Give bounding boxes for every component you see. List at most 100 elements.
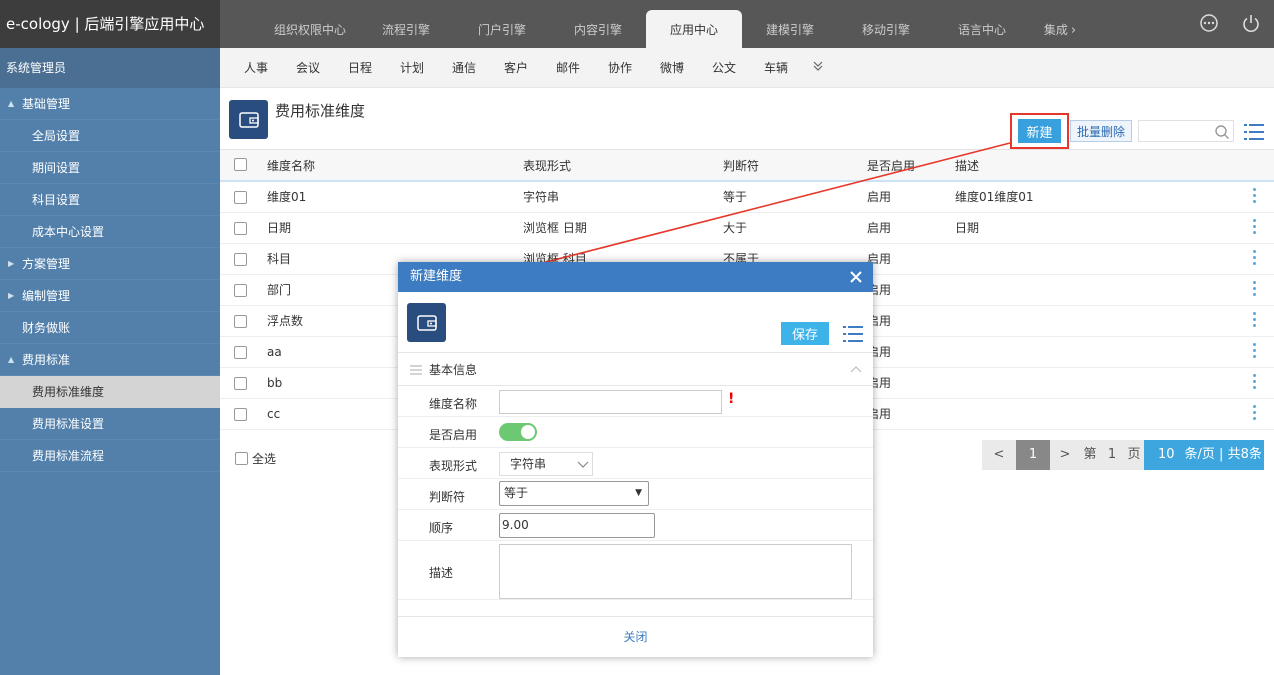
col-header-description[interactable]: 描述 xyxy=(955,150,979,183)
row-checkbox[interactable] xyxy=(234,253,247,266)
col-header-form[interactable]: 表现形式 xyxy=(523,150,571,183)
row-checkbox[interactable] xyxy=(234,284,247,297)
sidebar-item-basic-management[interactable]: ▲ 基础管理 xyxy=(0,88,220,120)
row-name: 日期 xyxy=(267,221,292,235)
enabled-toggle[interactable] xyxy=(499,423,537,441)
sidebar-item-expense-standard[interactable]: ▲ 费用标准 xyxy=(0,344,220,376)
batch-delete-button[interactable]: 批量删除 xyxy=(1070,120,1132,142)
tab-content-engine[interactable]: 内容引擎 xyxy=(550,0,646,48)
power-icon[interactable] xyxy=(1240,12,1262,34)
row-checkbox[interactable] xyxy=(234,315,247,328)
row-checkbox[interactable] xyxy=(234,191,247,204)
select-all-label: 全选 xyxy=(252,452,277,466)
operator-value: 等于 xyxy=(504,486,529,500)
page-size-selector[interactable]: 10 条/页 | 共8条 xyxy=(1144,440,1264,470)
search-input[interactable] xyxy=(1138,120,1234,142)
order-label: 顺序 xyxy=(429,521,454,535)
row-more-icon[interactable] xyxy=(1253,219,1257,239)
row-operator: 等于 xyxy=(723,190,748,204)
table-row[interactable]: 日期 浏览框 日期 大于 启用 日期 xyxy=(220,213,1274,244)
tab-workflow-engine[interactable]: 流程引擎 xyxy=(358,0,454,48)
tab-language-center[interactable]: 语言中心 xyxy=(934,0,1030,48)
sidebar-item-global-settings[interactable]: 全局设置 xyxy=(0,120,220,152)
col-header-name[interactable]: 维度名称 xyxy=(267,150,315,183)
page-size-text: 条/页 | 共8条 xyxy=(1184,447,1262,462)
field-row-enabled: 是否启用 xyxy=(398,417,873,448)
row-more-icon[interactable] xyxy=(1253,250,1257,270)
row-more-icon[interactable] xyxy=(1253,188,1257,208)
page-number-input[interactable]: 1 xyxy=(1100,440,1124,470)
close-link[interactable]: 关闭 xyxy=(623,630,647,644)
tab-portal-engine[interactable]: 门户引擎 xyxy=(454,0,550,48)
subtab-meeting[interactable]: 会议 xyxy=(292,48,344,88)
row-more-icon[interactable] xyxy=(1253,374,1257,394)
tab-modeling-engine[interactable]: 建模引擎 xyxy=(742,0,838,48)
chevron-down-icon xyxy=(577,461,589,468)
app-brand: e-cology | 后端引擎应用中心 xyxy=(0,0,220,48)
search-icon[interactable] xyxy=(1214,124,1230,140)
sidebar-item-label: 基础管理 xyxy=(22,97,71,111)
form-type-select[interactable]: 字符串 xyxy=(499,452,593,476)
sidebar-item-expense-dimension[interactable]: 费用标准维度 xyxy=(0,376,220,408)
select-all[interactable]: 全选 xyxy=(235,450,276,467)
collapse-chevron-icon[interactable] xyxy=(849,363,863,377)
dropdown-triangle-icon: ▼ xyxy=(635,488,642,498)
header-checkbox[interactable] xyxy=(234,158,247,171)
tab-integration[interactable]: 集成 › xyxy=(1030,0,1090,48)
sidebar-item-period-settings[interactable]: 期间设置 xyxy=(0,152,220,184)
save-button[interactable]: 保存 xyxy=(781,322,829,345)
subtab-collaboration[interactable]: 协作 xyxy=(604,48,656,88)
sidebar-item-plan-management[interactable]: ▶ 方案管理 xyxy=(0,248,220,280)
sidebar-item-subject-settings[interactable]: 科目设置 xyxy=(0,184,220,216)
sidebar-item-cost-center[interactable]: 成本中心设置 xyxy=(0,216,220,248)
enabled-label: 是否启用 xyxy=(429,428,478,442)
row-form: 字符串 xyxy=(523,190,560,204)
sidebar-item-expense-settings[interactable]: 费用标准设置 xyxy=(0,408,220,440)
subtab-mail[interactable]: 邮件 xyxy=(552,48,604,88)
close-icon[interactable] xyxy=(847,262,865,292)
row-more-icon[interactable] xyxy=(1253,281,1257,301)
select-all-checkbox[interactable] xyxy=(235,452,248,465)
row-checkbox[interactable] xyxy=(234,377,247,390)
subtab-schedule[interactable]: 日程 xyxy=(344,48,396,88)
subtab-vehicle[interactable]: 车辆 xyxy=(760,48,812,88)
list-menu-icon[interactable] xyxy=(843,325,863,343)
current-page-button[interactable]: 1 xyxy=(1016,440,1050,470)
order-input[interactable]: 9.00 xyxy=(499,513,655,538)
field-row-order: 顺序 9.00 xyxy=(398,510,873,541)
row-checkbox[interactable] xyxy=(234,408,247,421)
tab-mobile-engine[interactable]: 移动引擎 xyxy=(838,0,934,48)
description-textarea[interactable] xyxy=(499,544,852,599)
row-checkbox[interactable] xyxy=(234,222,247,235)
more-options-icon[interactable] xyxy=(1198,12,1220,34)
subtab-customer[interactable]: 客户 xyxy=(500,48,552,88)
subtab-communication[interactable]: 通信 xyxy=(448,48,500,88)
sidebar-item-expense-workflow[interactable]: 费用标准流程 xyxy=(0,440,220,472)
sidebar-item-budget-management[interactable]: ▶ 编制管理 xyxy=(0,280,220,312)
subtab-weibo[interactable]: 微博 xyxy=(656,48,708,88)
row-more-icon[interactable] xyxy=(1253,312,1257,332)
dialog-header: 新建维度 xyxy=(398,262,873,292)
tab-org-permission[interactable]: 组织权限中心 xyxy=(262,0,358,48)
table-row[interactable]: 维度01 字符串 等于 启用 维度01维度01 xyxy=(220,182,1274,213)
row-name: aa xyxy=(267,345,282,359)
col-header-operator[interactable]: 判断符 xyxy=(723,150,759,183)
list-menu-icon[interactable] xyxy=(1244,123,1264,141)
dialog-title: 新建维度 xyxy=(410,269,463,284)
operator-select[interactable]: 等于 ▼ xyxy=(499,481,649,506)
col-header-enabled[interactable]: 是否启用 xyxy=(867,150,915,183)
expanded-arrow-icon: ▲ xyxy=(8,99,15,108)
dimension-name-input[interactable] xyxy=(499,390,722,414)
row-checkbox[interactable] xyxy=(234,346,247,359)
sidebar-item-finance-accounting[interactable]: 财务做账 xyxy=(0,312,220,344)
row-more-icon[interactable] xyxy=(1253,343,1257,363)
new-button[interactable]: 新建 xyxy=(1018,119,1061,143)
more-tabs-chevron-icon[interactable] xyxy=(812,48,832,87)
next-page-button[interactable]: > xyxy=(1050,440,1080,470)
subtab-document[interactable]: 公文 xyxy=(708,48,760,88)
subtab-plan[interactable]: 计划 xyxy=(396,48,448,88)
prev-page-button[interactable]: < xyxy=(982,440,1016,470)
subtab-hr[interactable]: 人事 xyxy=(240,48,292,88)
tab-app-center[interactable]: 应用中心 xyxy=(646,10,742,48)
row-more-icon[interactable] xyxy=(1253,405,1257,425)
